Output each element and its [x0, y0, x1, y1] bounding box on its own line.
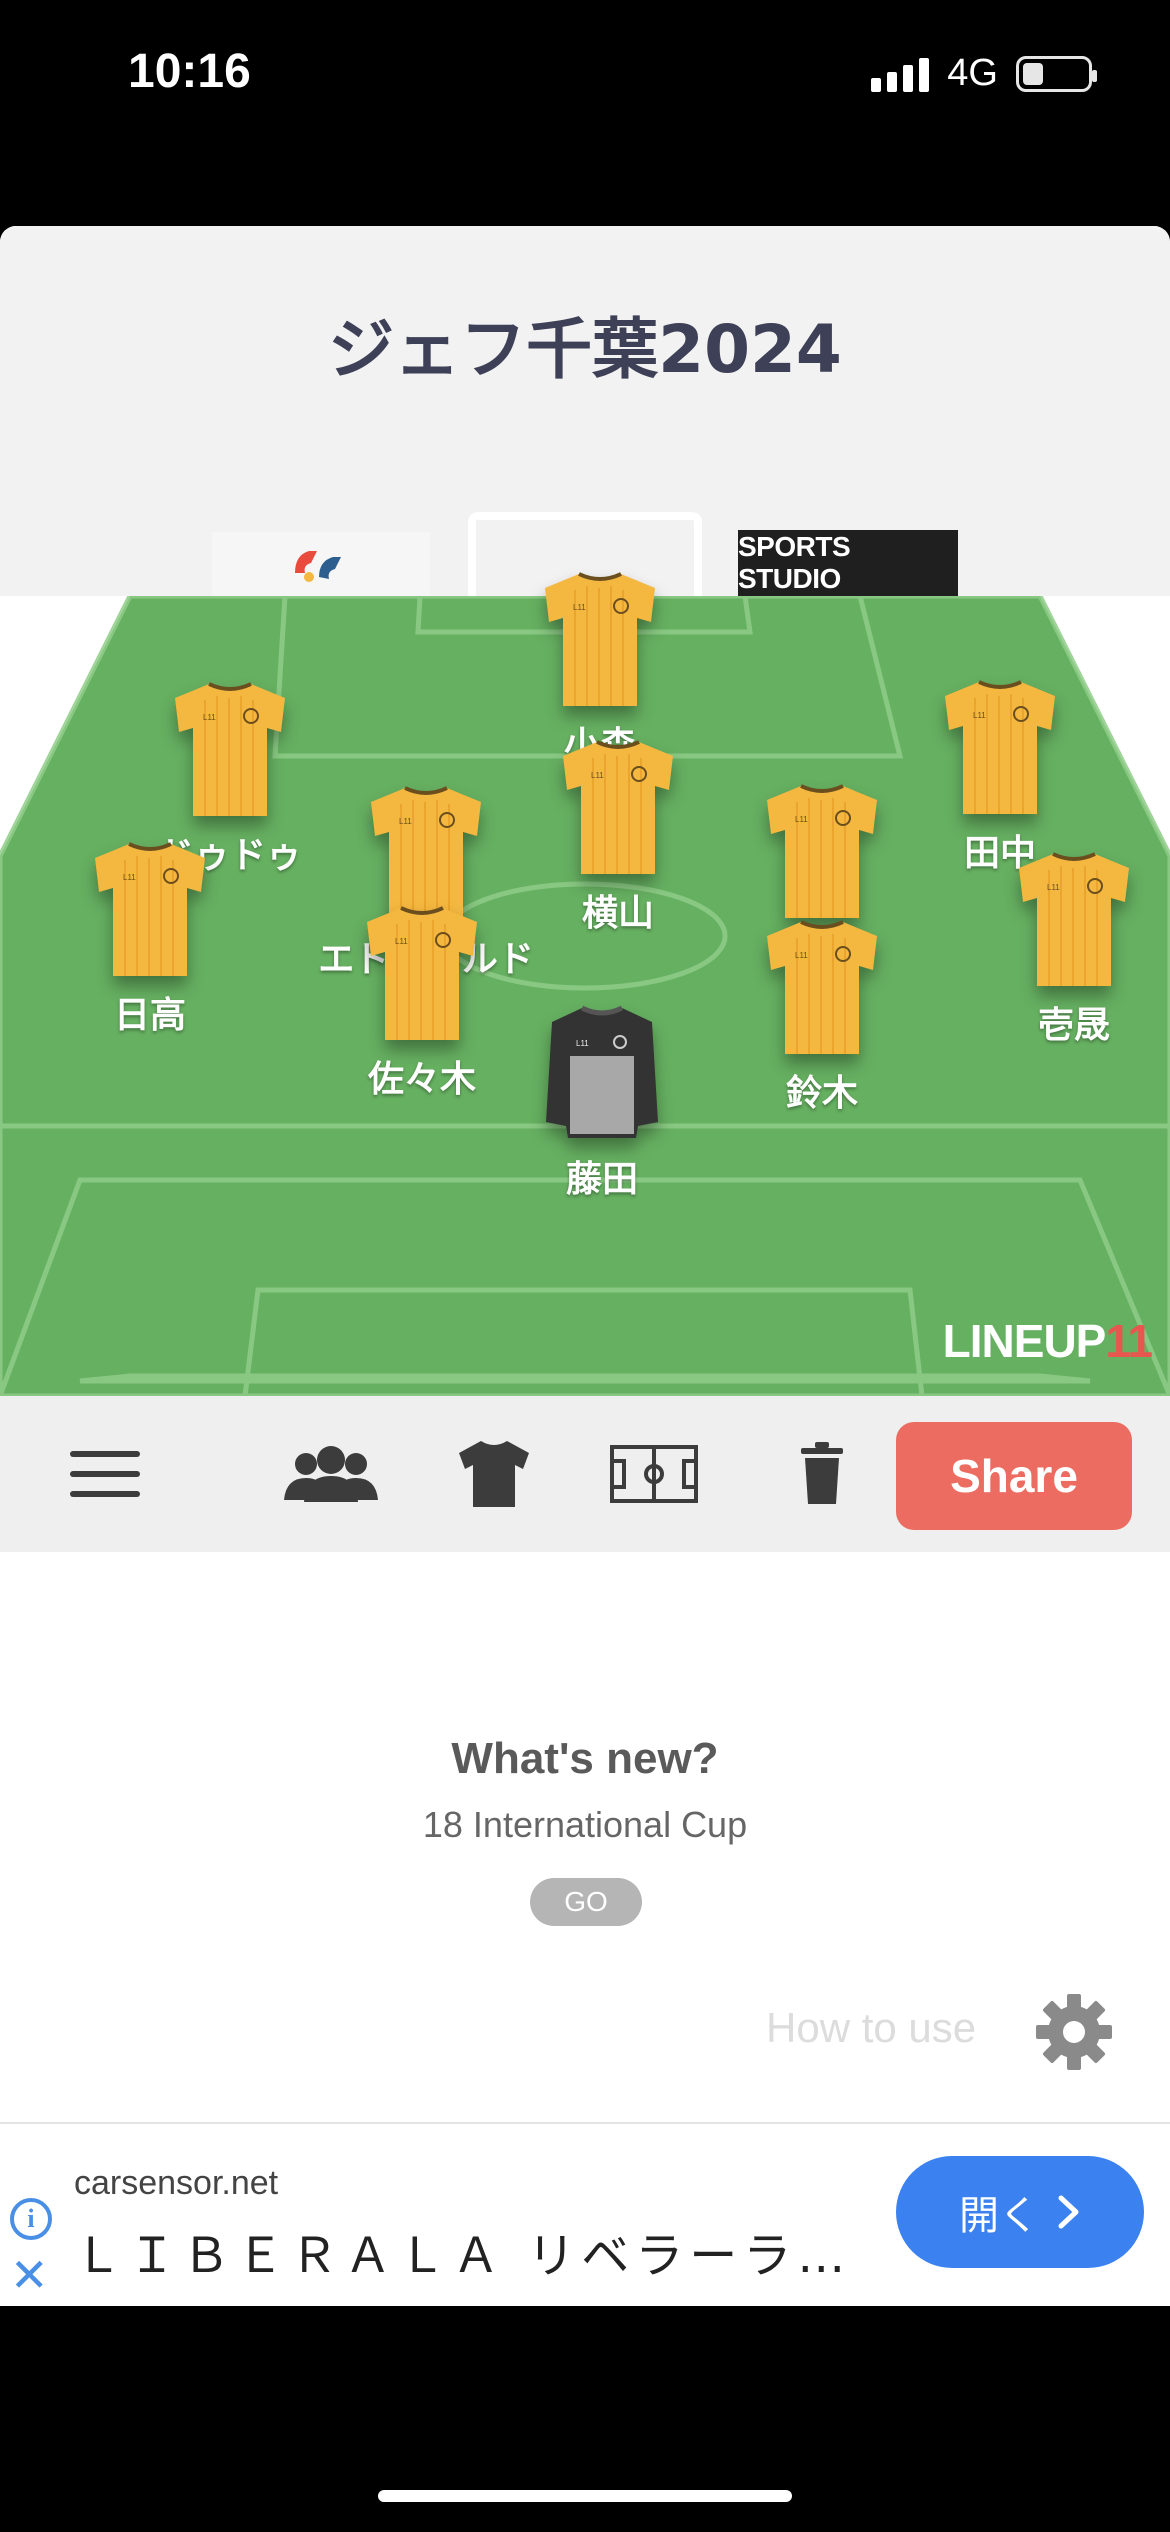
ad-banner[interactable]: i ✕ carsensor.net ＬＩＢＥＲＡＬＡ リベラーラ… 開く	[0, 2122, 1170, 2306]
jersey-icon[interactable]: L11	[941, 678, 1059, 822]
gear-icon[interactable]	[1034, 1992, 1114, 2076]
jersey-icon[interactable]: L11	[171, 680, 289, 824]
lineup-app: ジェフ千葉2024 SPORTS STUDIO LINEUP11 L11 L11…	[0, 226, 1170, 2306]
player-name[interactable]: 横山	[582, 884, 654, 936]
ss-logo-icon	[295, 551, 341, 582]
svg-text:L11: L11	[576, 1039, 589, 1048]
ad-info-icon[interactable]: i	[10, 2198, 52, 2240]
status-time: 10:16	[128, 45, 251, 98]
sponsor-logo-right: SPORTS STUDIO	[738, 530, 958, 596]
how-to-use-link[interactable]: How to use	[766, 2004, 976, 2052]
player-name[interactable]: 鈴木	[786, 1064, 858, 1116]
player-name[interactable]: 壱晟	[1038, 996, 1110, 1048]
whats-new-subtitle[interactable]: 18 International Cup	[0, 1804, 1170, 1846]
ad-close-icon[interactable]: ✕	[10, 2250, 49, 2300]
player-card[interactable]: L11 田中	[900, 678, 1100, 876]
svg-text:L11: L11	[795, 951, 808, 960]
svg-text:L11: L11	[399, 817, 412, 826]
jersey-icon[interactable]: L11	[1015, 850, 1133, 994]
goalkeeper-jersey-icon[interactable]: L11	[544, 1004, 660, 1148]
jersey-icon[interactable]: L11	[763, 782, 881, 926]
jersey-icon[interactable]: L11	[541, 570, 659, 714]
sponsor-logo-left	[212, 532, 430, 596]
svg-text:L11: L11	[591, 771, 604, 780]
player-card[interactable]: L11 日高	[50, 840, 250, 1038]
home-indicator	[378, 2490, 792, 2502]
svg-text:L11: L11	[395, 937, 408, 946]
player-name[interactable]: 日高	[114, 986, 186, 1038]
toolbar: Share	[0, 1396, 1170, 1552]
jersey-icon[interactable]: L11	[91, 840, 209, 984]
share-button[interactable]: Share	[896, 1422, 1132, 1530]
ad-domain: carsensor.net	[74, 2164, 279, 2202]
ad-open-label: 開く	[959, 2193, 1039, 2239]
player-card[interactable]: L11 鈴木	[722, 918, 922, 1116]
player-name[interactable]: 佐々木	[368, 1050, 476, 1102]
trash-icon[interactable]	[798, 1436, 846, 1512]
svg-text:L11: L11	[973, 711, 986, 720]
app-screen: 10:16 4G ジェフ千葉2024 SPORTS STUDIO LINEUP1…	[0, 0, 1170, 2532]
jersey-icon[interactable]: L11	[363, 904, 481, 1048]
svg-text:L11: L11	[203, 713, 216, 722]
ad-text: ＬＩＢＥＲＡＬＡ リベラーラ…	[74, 2228, 852, 2284]
status-icons: 4G	[871, 52, 1097, 95]
ad-open-button[interactable]: 開く	[896, 2156, 1144, 2268]
lineup11-brand: LINEUP11	[942, 1315, 1153, 1367]
kit-icon[interactable]	[456, 1436, 532, 1512]
go-button[interactable]: GO	[530, 1878, 642, 1926]
player-card[interactable]: L11 横山	[518, 738, 718, 936]
player-goalkeeper[interactable]: L11 藤田	[502, 1004, 702, 1202]
svg-text:L11: L11	[573, 603, 586, 612]
player-card[interactable]: L11 佐々木	[322, 904, 522, 1102]
players-icon[interactable]	[284, 1436, 378, 1512]
chevron-right-icon	[1058, 2195, 1079, 2229]
player-card[interactable]: L11 壱晟	[974, 850, 1170, 1048]
player-name[interactable]: 藤田	[566, 1150, 638, 1202]
svg-text:L11: L11	[123, 873, 136, 882]
jersey-icon[interactable]: L11	[559, 738, 677, 882]
lineup-title[interactable]: ジェフ千葉2024	[0, 296, 1170, 392]
svg-text:L11: L11	[795, 815, 808, 824]
menu-icon[interactable]	[66, 1436, 144, 1512]
battery-icon	[1016, 55, 1097, 92]
network-type: 4G	[947, 52, 998, 94]
jersey-icon[interactable]: L11	[763, 918, 881, 1062]
pitch-icon[interactable]	[610, 1436, 698, 1512]
signal-icon	[871, 56, 930, 92]
svg-text:L11: L11	[1047, 883, 1060, 892]
whats-new-heading: What's new?	[451, 1734, 719, 1783]
